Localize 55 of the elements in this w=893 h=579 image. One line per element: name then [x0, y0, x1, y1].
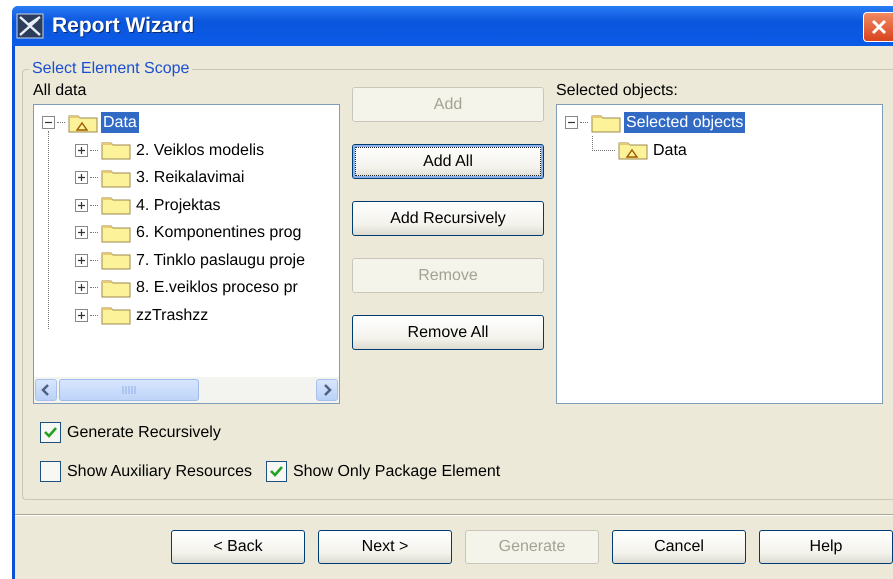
tree-view[interactable]: Selected objects Data: [556, 104, 883, 404]
tree-item[interactable]: 2. Veiklos modelis: [134, 140, 266, 161]
expand-icon[interactable]: [75, 171, 88, 184]
tree-item[interactable]: zzTrashzz: [134, 304, 210, 326]
action-button[interactable]: Remove All: [352, 315, 544, 350]
expand-icon[interactable]: [75, 144, 88, 157]
expand-icon[interactable]: [75, 281, 88, 294]
tree-item[interactable]: Data: [651, 140, 689, 161]
scrollbar-thumb[interactable]: [59, 379, 199, 401]
tree-label: Selected objects:: [556, 82, 679, 101]
window-title: Report Wizard: [52, 14, 194, 38]
collapse-icon[interactable]: [565, 116, 578, 130]
tree-item[interactable]: Selected objects: [624, 112, 746, 134]
scroll-left-button[interactable]: [35, 379, 57, 401]
action-button[interactable]: Add Recursively: [352, 201, 544, 236]
tree-label: All data: [33, 82, 88, 101]
close-button[interactable]: [863, 12, 893, 42]
checkbox[interactable]: [266, 461, 287, 482]
folder-icon: [100, 250, 132, 270]
grip-icon: [122, 386, 136, 394]
folder-icon: [100, 305, 132, 326]
folder-icon: [100, 222, 132, 243]
scroll-right-button[interactable]: [316, 379, 338, 401]
footer-button[interactable]: Cancel: [612, 530, 746, 564]
action-button[interactable]: Add All: [352, 144, 544, 179]
tree-item[interactable]: 7. Tinklo paslaugu proje: [134, 250, 307, 271]
checkbox-label[interactable]: Show Only Package Element: [292, 462, 500, 480]
folder-icon: [100, 140, 132, 160]
tree-item[interactable]: 6. Komponentines prog: [134, 222, 304, 244]
checkbox-label[interactable]: Show Auxiliary Resources: [67, 462, 252, 480]
checkbox[interactable]: [40, 422, 61, 443]
footer-button[interactable]: Help: [759, 530, 893, 564]
tree-item[interactable]: 8. E.veiklos proceso pr: [134, 277, 300, 298]
footer-button[interactable]: < Back: [171, 530, 305, 564]
group-title: Select Element Scope: [31, 60, 190, 78]
folder-icon: [590, 112, 622, 133]
footer-button[interactable]: Next >: [318, 530, 452, 564]
expand-icon[interactable]: [75, 308, 88, 322]
tree-item[interactable]: Data: [101, 112, 139, 134]
folder-icon: [100, 168, 132, 188]
folder-icon: [100, 278, 132, 298]
tree-view[interactable]: Data 2. Veiklos modelis 3. Reikalavimai 4. Projektas 6. Komponentines prog 7. Tinklo paslaugu proje 8. E.veiklos proceso pr zzTrashzz: [33, 104, 340, 404]
close-icon: [870, 19, 886, 35]
tree-item[interactable]: 4. Projektas: [134, 194, 222, 216]
model-folder-icon: [67, 112, 99, 133]
checkbox[interactable]: [40, 461, 61, 482]
collapse-icon[interactable]: [42, 116, 55, 130]
expand-icon[interactable]: [75, 254, 88, 267]
folder-icon: [100, 195, 132, 216]
checkbox-label[interactable]: Generate Recursively: [67, 424, 221, 442]
expand-icon[interactable]: [75, 198, 88, 212]
tree-item[interactable]: 3. Reikalavimai: [134, 167, 246, 188]
model-folder-icon: [617, 140, 649, 160]
app-icon: [16, 13, 44, 39]
expand-icon[interactable]: [75, 226, 88, 240]
